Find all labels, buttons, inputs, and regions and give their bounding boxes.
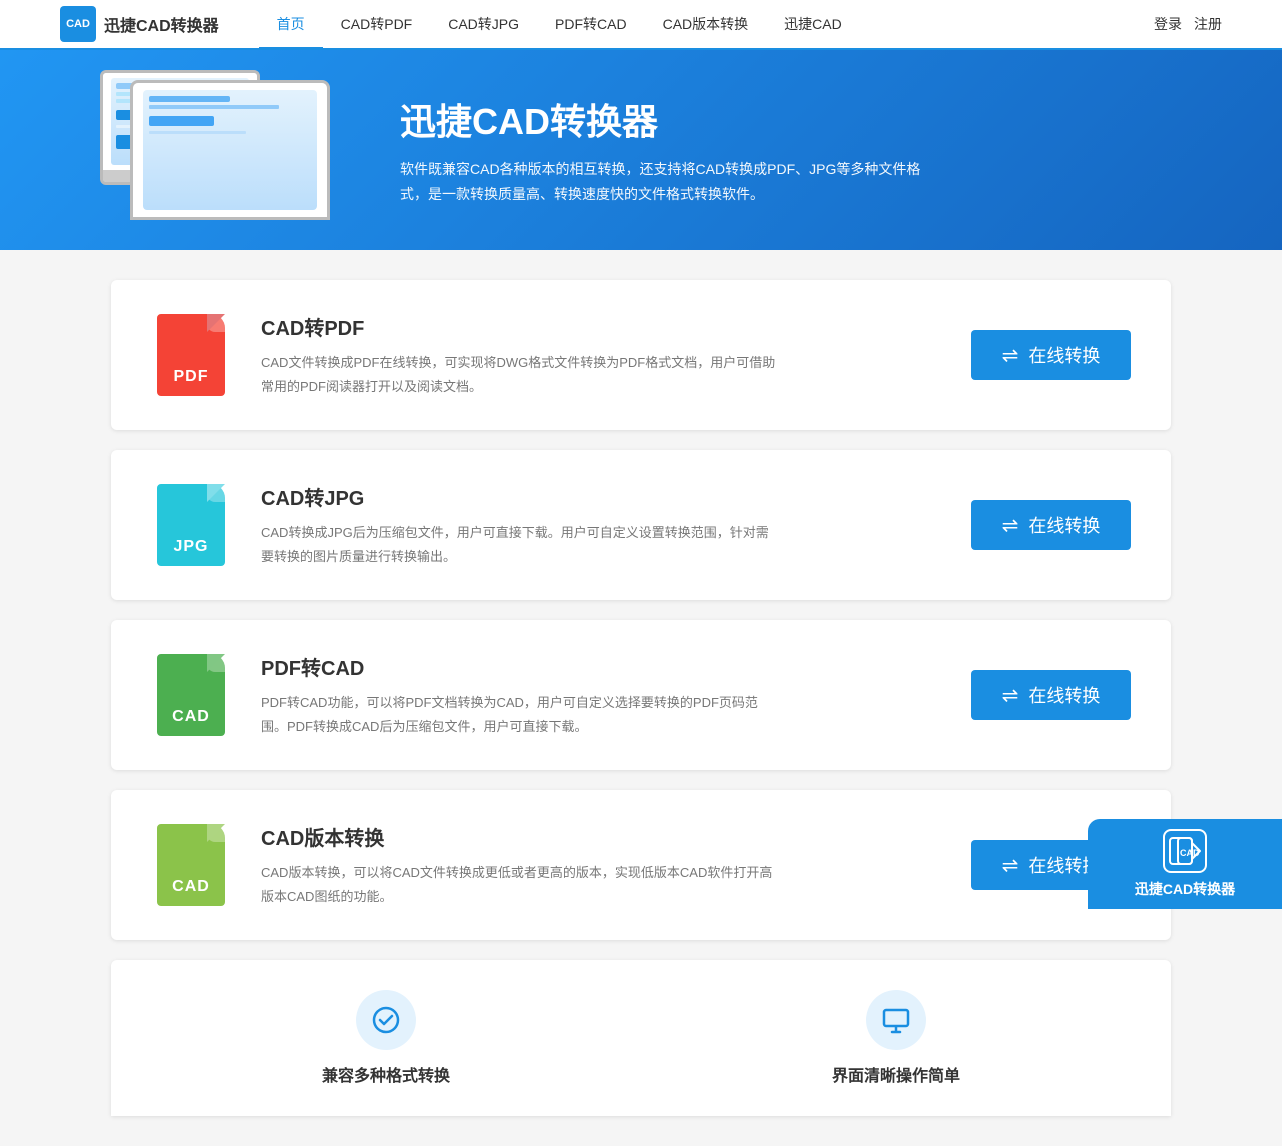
login-link[interactable]: 登录	[1154, 14, 1182, 34]
logo-icon: CAD	[60, 6, 96, 42]
card-content-jpg: CAD转JPG CAD转换成JPG后为压缩包文件，用户可直接下载。用户可自定义设…	[261, 482, 941, 568]
nav-item-home[interactable]: 首页	[259, 0, 323, 49]
cad-green-file-icon: CAD	[157, 654, 225, 736]
navbar: CAD 迅捷CAD转换器 首页 CAD转PDF CAD转JPG PDF转CAD …	[0, 0, 1282, 50]
main-content: PDF CAD转PDF CAD文件转换成PDF在线转换，可实现将DWG格式文件转…	[91, 280, 1191, 1116]
card-icon-cad-green: CAD	[151, 650, 231, 740]
convert-btn-pdf-cad[interactable]: ⇌ 在线转换	[971, 670, 1131, 720]
card-content-pdf: CAD转PDF CAD文件转换成PDF在线转换，可实现将DWG格式文件转换为PD…	[261, 312, 941, 398]
card-desc-pdf-cad: PDF转CAD功能，可以将PDF文档转换为CAD，用户可自定义选择要转换的PDF…	[261, 691, 781, 738]
float-cad-icon: CAD	[1163, 829, 1207, 873]
register-link[interactable]: 注册	[1194, 14, 1222, 34]
card-cad-to-pdf: PDF CAD转PDF CAD文件转换成PDF在线转换，可实现将DWG格式文件转…	[111, 280, 1171, 430]
hero-title: 迅捷CAD转换器	[400, 93, 940, 145]
cad-lime-file-label: CAD	[172, 878, 210, 896]
nav-item-pdf-to-cad[interactable]: PDF转CAD	[537, 0, 645, 49]
card-content-version: CAD版本转换 CAD版本转换，可以将CAD文件转换成更低或者更高的版本，实现低…	[261, 822, 941, 908]
nav-item-cad-to-pdf[interactable]: CAD转PDF	[323, 0, 431, 49]
nav-auth: 登录 注册	[1154, 14, 1222, 34]
hero-text-block: 迅捷CAD转换器 软件既兼容CAD各种版本的相互转换，还支持将CAD转换成PDF…	[400, 93, 940, 207]
card-title-pdf: CAD转PDF	[261, 312, 941, 341]
card-icon-jpg: JPG	[151, 480, 231, 570]
nav-item-xunjie-cad[interactable]: 迅捷CAD	[766, 0, 860, 49]
nav-item-cad-version[interactable]: CAD版本转换	[645, 0, 767, 49]
pdf-file-icon: PDF	[157, 314, 225, 396]
card-desc-jpg: CAD转换成JPG后为压缩包文件，用户可直接下载。用户可自定义设置转换范围，针对…	[261, 521, 781, 568]
convert-label-pdf: 在线转换	[1028, 342, 1100, 368]
hero-image: 转换	[100, 70, 360, 230]
hero-desc: 软件既兼容CAD各种版本的相互转换，还支持将CAD转换成PDF、JPG等多种文件…	[400, 157, 940, 207]
cad-green-file-label: CAD	[172, 708, 210, 726]
feature-label-0: 兼容多种格式转换	[322, 1062, 450, 1086]
convert-label-pdf-cad: 在线转换	[1028, 682, 1100, 708]
convert-icon-version: ⇌	[1002, 853, 1019, 878]
pdf-file-label: PDF	[174, 368, 209, 386]
nav-logo[interactable]: CAD 迅捷CAD转换器	[60, 6, 219, 42]
card-icon-cad-lime: CAD	[151, 820, 231, 910]
jpg-file-icon: JPG	[157, 484, 225, 566]
cad-lime-file-icon: CAD	[157, 824, 225, 906]
convert-icon-pdf: ⇌	[1002, 343, 1019, 368]
convert-icon-jpg: ⇌	[1002, 513, 1019, 538]
convert-btn-pdf[interactable]: ⇌ 在线转换	[971, 330, 1131, 380]
card-content-pdf-cad: PDF转CAD PDF转CAD功能，可以将PDF文档转换为CAD，用户可自定义选…	[261, 652, 941, 738]
card-cad-to-jpg: JPG CAD转JPG CAD转换成JPG后为压缩包文件，用户可直接下载。用户可…	[111, 450, 1171, 600]
float-btn-label: 迅捷CAD转换器	[1135, 879, 1235, 899]
feature-label-1: 界面清晰操作简单	[832, 1062, 960, 1086]
features-section: 兼容多种格式转换 界面清晰操作简单	[111, 960, 1171, 1116]
card-title-pdf-cad: PDF转CAD	[261, 652, 941, 681]
convert-icon-pdf-cad: ⇌	[1002, 683, 1019, 708]
float-cad-button[interactable]: CAD 迅捷CAD转换器	[1088, 819, 1282, 909]
convert-btn-jpg[interactable]: ⇌ 在线转换	[971, 500, 1131, 550]
card-title-version: CAD版本转换	[261, 822, 941, 851]
jpg-file-label: JPG	[173, 538, 208, 556]
nav-menu: 首页 CAD转PDF CAD转JPG PDF转CAD CAD版本转换 迅捷CAD	[259, 0, 1154, 49]
logo-text: 迅捷CAD转换器	[104, 12, 219, 36]
laptop-mockup	[130, 80, 330, 220]
card-desc-version: CAD版本转换，可以将CAD文件转换成更低或者更高的版本，实现低版本CAD软件打…	[261, 861, 781, 908]
hero-banner: 转换 迅捷CAD转换器 软件既兼容CAD各种版本的相互转换，还支持将CAD转换成…	[0, 50, 1282, 250]
card-pdf-to-cad: CAD PDF转CAD PDF转CAD功能，可以将PDF文档转换为CAD，用户可…	[111, 620, 1171, 770]
convert-label-jpg: 在线转换	[1028, 512, 1100, 538]
nav-item-cad-to-jpg[interactable]: CAD转JPG	[430, 0, 537, 49]
card-title-jpg: CAD转JPG	[261, 482, 941, 511]
feature-icon-1	[866, 990, 926, 1050]
feature-item-0: 兼容多种格式转换	[151, 990, 621, 1086]
card-desc-pdf: CAD文件转换成PDF在线转换，可实现将DWG格式文件转换为PDF格式文档，用户…	[261, 351, 781, 398]
card-cad-version: CAD CAD版本转换 CAD版本转换，可以将CAD文件转换成更低或者更高的版本…	[111, 790, 1171, 940]
feature-icon-0	[356, 990, 416, 1050]
card-icon-pdf: PDF	[151, 310, 231, 400]
feature-item-1: 界面清晰操作简单	[661, 990, 1131, 1086]
